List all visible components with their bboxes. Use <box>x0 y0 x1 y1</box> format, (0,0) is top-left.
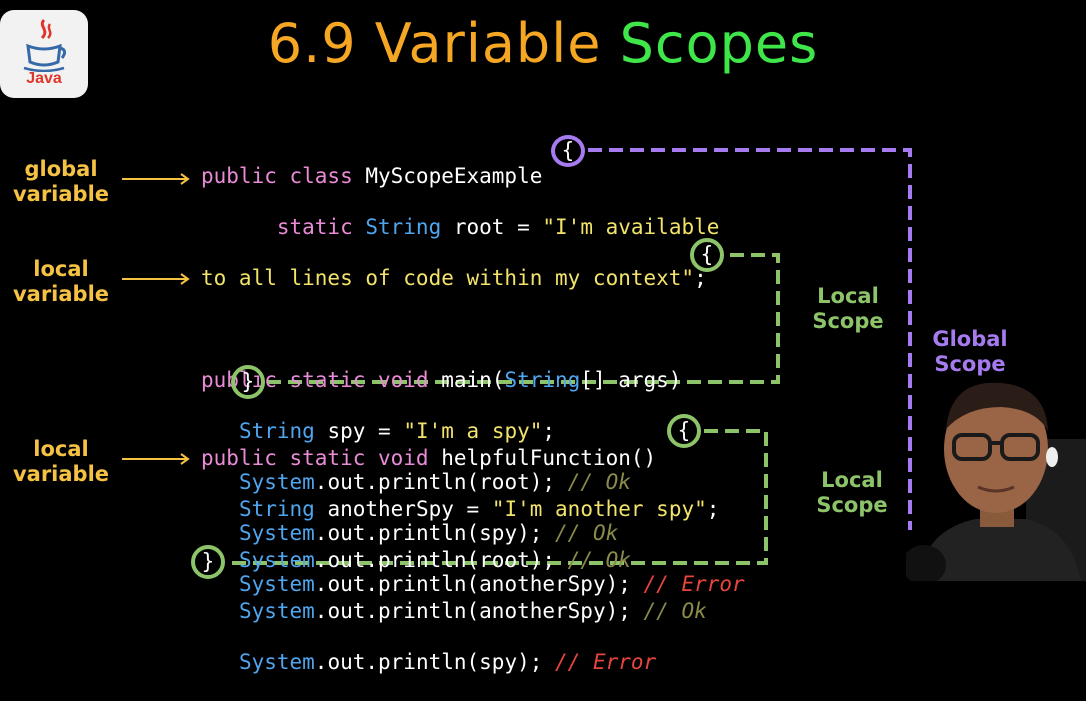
helper-open-brace: { <box>667 414 701 448</box>
local-scope-label-1-line2: Scope <box>812 309 884 333</box>
code-text: main( <box>428 367 505 392</box>
code-class-name: MyScopeExample <box>352 163 556 188</box>
code-text: .out.println(anotherSpy); <box>314 598 644 623</box>
global-scope-label-line1: Global <box>932 327 1008 351</box>
brace-glyph: } <box>201 549 215 574</box>
code-type: System <box>238 598 315 623</box>
code-comment: // Ok <box>643 598 707 623</box>
code-text: helpfulFunction() <box>428 445 669 470</box>
code-text: anotherSpy = <box>314 496 492 521</box>
code-line: public static void main(String[] args) <box>201 368 745 394</box>
code-text: ; <box>706 496 720 521</box>
code-text: root = <box>441 214 543 239</box>
local-scope-label-2-line1: Local <box>821 468 883 492</box>
code-text: [] args) <box>580 367 695 392</box>
code-line: to all lines of code within my context"; <box>201 266 745 292</box>
code-line: System.out.println(anotherSpy); // Ok <box>201 599 719 625</box>
code-line: static String root = "I'm available <box>201 215 745 241</box>
local-scope-label-2: Local Scope <box>812 468 892 518</box>
code-string: to all lines of code within my context" <box>201 265 695 290</box>
code-string: "I'm another spy" <box>491 496 707 521</box>
code-type: String <box>352 214 442 239</box>
code-type: System <box>238 649 315 674</box>
code-string: "I'm available <box>542 214 720 239</box>
code-type: String <box>504 367 581 392</box>
presenter-video <box>906 382 1086 581</box>
brace-glyph: } <box>241 369 255 394</box>
code-keyword: static <box>276 214 353 239</box>
code-type: System <box>238 547 315 572</box>
code-line: public static void helpfulFunction() <box>201 446 719 472</box>
brace-glyph: { <box>677 418 691 443</box>
earbud <box>1046 447 1058 467</box>
code-keyword: public static void <box>201 445 429 470</box>
code-comment-error: // Error <box>555 649 657 674</box>
local-scope-label-1: Local Scope <box>808 284 888 334</box>
code-block-helper: public static void helpfulFunction() Str… <box>201 420 719 701</box>
helper-close-brace: } <box>191 545 225 579</box>
local-scope-label-1-line1: Local <box>817 284 879 308</box>
code-line: System.out.println(root); // Ok <box>201 548 719 574</box>
local-scope-label-2-line2: Scope <box>816 493 888 517</box>
code-line: System.out.println(spy); // Error <box>201 650 719 676</box>
code-line: public class MyScopeExample <box>201 164 745 190</box>
code-type: String <box>238 496 315 521</box>
code-line: String anotherSpy = "I'm another spy"; <box>201 497 719 523</box>
brace-glyph: { <box>700 242 714 267</box>
brace-glyph: { <box>561 138 575 163</box>
code-text: .out.println(root); <box>314 547 568 572</box>
class-open-brace: { <box>551 135 585 167</box>
main-close-brace: } <box>231 365 265 399</box>
code-comment: // Ok <box>567 547 631 572</box>
main-open-brace: { <box>690 238 724 272</box>
code-text: .out.println(spy); <box>314 649 556 674</box>
code-keyword: public class <box>201 163 353 188</box>
